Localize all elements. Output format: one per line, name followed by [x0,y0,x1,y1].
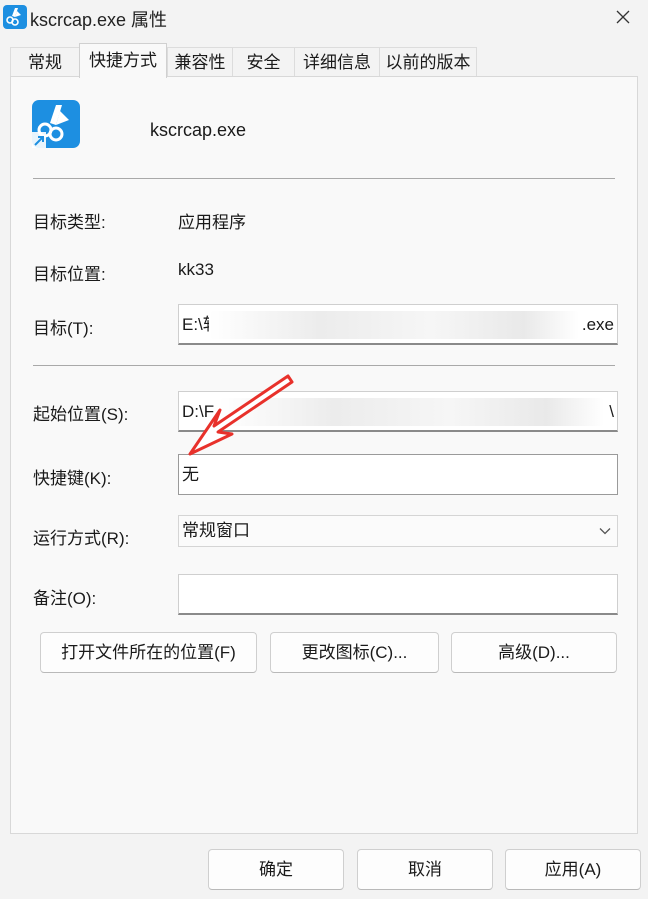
shortcut-key-field[interactable]: 无 [178,454,618,495]
target-field[interactable]: E:\软 .exe [178,304,618,345]
redacted-blur [209,311,579,339]
close-icon [616,10,630,24]
target-type-value: 应用程序 [178,213,246,232]
tab-security[interactable]: 安全 [232,47,294,77]
target-value-end: .exe [581,315,614,334]
tab-previous-versions[interactable]: 以前的版本 [379,47,477,77]
advanced-button[interactable]: 高级(D)... [451,632,617,673]
change-icon-button[interactable]: 更改图标(C)... [270,632,439,673]
target-location-value: kk33 [178,260,214,279]
separator-middle [33,365,615,366]
run-label: 运行方式(R): [33,529,130,548]
chevron-down-icon [599,528,611,535]
tab-shortcut[interactable]: 快捷方式 [79,43,167,78]
ok-button[interactable]: 确定 [208,849,344,890]
scissors-capture-icon [32,100,80,148]
app-name: kscrcap.exe [150,120,247,140]
app-icon [3,5,27,29]
tab-compatibility[interactable]: 兼容性 [167,47,232,77]
tab-details[interactable]: 详细信息 [294,47,379,77]
comment-label: 备注(O): [33,589,97,608]
close-button[interactable] [606,2,640,32]
target-location-label: 目标位置: [33,265,106,284]
target-type-label: 目标类型: [33,213,106,232]
run-select-value: 常规窗口 [182,521,250,540]
title-bar: kscrcap.exe 属性 [0,0,648,36]
open-file-location-button[interactable]: 打开文件所在的位置(F) [40,632,257,673]
target-label: 目标(T): [33,319,94,338]
start-in-label: 起始位置(S): [33,405,129,424]
separator-top [33,178,615,179]
tab-general[interactable]: 常规 [10,47,79,77]
apply-button[interactable]: 应用(A) [505,849,641,890]
shortcut-key-label: 快捷键(K): [33,469,112,488]
run-select[interactable]: 常规窗口 [178,515,618,547]
window-title: kscrcap.exe 属性 [30,10,168,30]
comment-field[interactable] [178,574,618,615]
start-in-value-end: \ [609,402,614,421]
cancel-button[interactable]: 取消 [357,849,493,890]
annotation-arrow-icon [188,374,294,456]
